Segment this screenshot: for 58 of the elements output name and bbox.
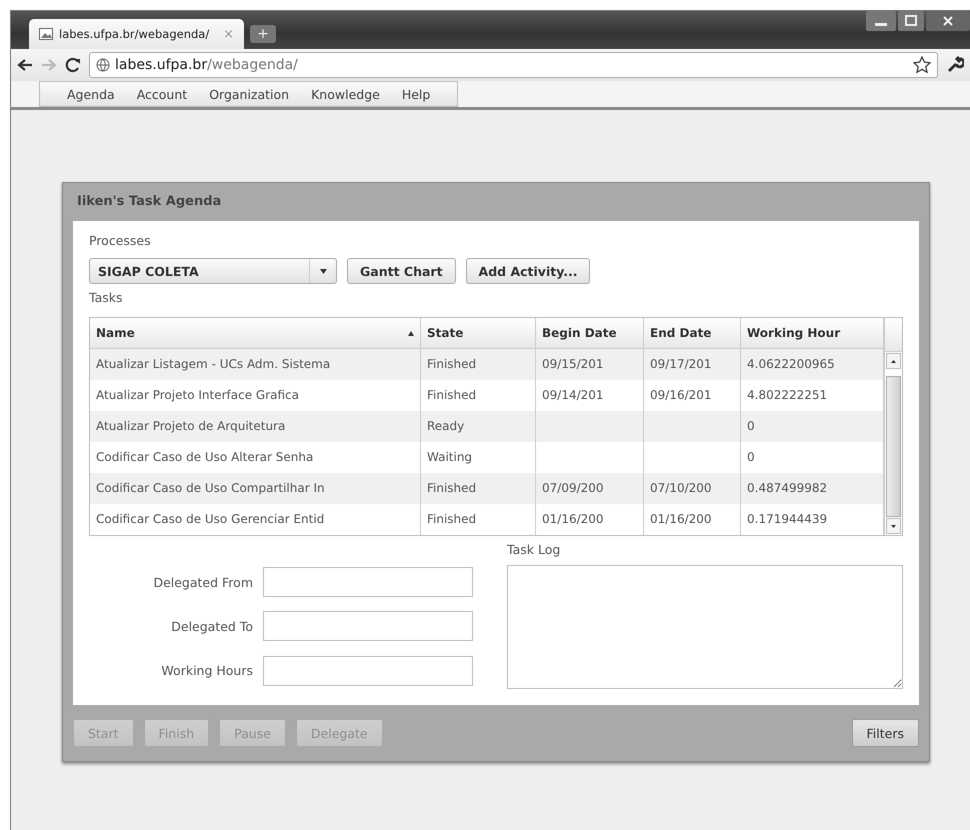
back-icon[interactable] — [17, 58, 33, 72]
table-cell: 09/15/201 — [536, 349, 644, 380]
menu-item[interactable]: Knowledge — [300, 82, 391, 106]
address-field[interactable]: labes.ufpa.br/webagenda/ — [89, 52, 938, 78]
input-field[interactable] — [263, 656, 473, 686]
table-cell: 07/09/200 — [536, 473, 644, 504]
wrench-icon[interactable] — [946, 56, 964, 74]
caret-icon — [320, 268, 326, 274]
toolbar-button[interactable]: Gantt Chart — [347, 258, 456, 284]
table-cell: Finished — [421, 504, 536, 535]
scroll-up-icon[interactable] — [891, 360, 896, 362]
field-label: Delegated From — [152, 574, 253, 590]
scroll-down-icon[interactable] — [891, 524, 896, 528]
column-header[interactable]: End Date — [644, 318, 741, 349]
star-icon[interactable] — [913, 56, 931, 74]
task-log-label: Task Log — [507, 542, 562, 557]
table-cell: 09/17/201 — [644, 349, 741, 380]
field-label: Working Hours — [160, 663, 253, 678]
field-label: Delegated To — [170, 618, 253, 634]
table-cell: 0.487499982 — [741, 473, 884, 504]
panel-title: Iiken's Task Agenda — [76, 193, 222, 211]
globe-icon — [96, 58, 110, 72]
table-cell: Codificar Caso de Uso Compartilhar In — [90, 473, 421, 504]
minimize-icon[interactable] — [866, 11, 896, 31]
menu-item[interactable]: Organization — [198, 82, 300, 106]
toolbar-button[interactable]: Add Activity... — [466, 258, 590, 284]
scrollbar[interactable] — [884, 318, 902, 535]
process-dropdown[interactable]: SIGAP COLETA — [89, 258, 337, 284]
table-cell: 01/16/200 — [536, 504, 644, 535]
table-cell: Finished — [421, 473, 536, 504]
table-cell: Atualizar Projeto de Arquitetura — [90, 411, 421, 442]
table-cell: 0 — [741, 411, 884, 442]
maximize-icon[interactable] — [898, 11, 924, 31]
table-cell: Ready — [421, 411, 536, 442]
reload-icon[interactable] — [65, 57, 81, 73]
table-cell: 01/16/200 — [644, 504, 741, 535]
column-header[interactable]: Name — [90, 318, 421, 349]
table-cell: Finished — [421, 349, 536, 380]
processes-label: Processes — [89, 233, 152, 248]
column-header[interactable]: State — [421, 318, 536, 349]
menu-item[interactable]: Agenda — [56, 82, 126, 106]
input-field[interactable] — [263, 567, 473, 598]
browser-tab[interactable]: labes.ufpa.br/webagenda/ × — [29, 19, 244, 49]
filters-button[interactable]: Filters — [852, 719, 919, 747]
table-cell: Codificar Caso de Uso Gerenciar Entid — [90, 504, 421, 535]
menu-item[interactable]: Help — [390, 82, 442, 106]
table-cell: 07/10/200 — [644, 473, 741, 504]
tasks-label: Tasks — [89, 290, 124, 305]
task-log-field[interactable] — [507, 565, 903, 689]
new-tab-button[interactable]: + — [250, 25, 276, 43]
table-cell: Atualizar Listagem - UCs Adm. Sistema — [90, 349, 421, 380]
table-cell: 4.0622200965 — [741, 349, 884, 380]
close-icon[interactable] — [926, 11, 970, 31]
menu-item[interactable]: Account — [126, 82, 198, 106]
image-icon — [39, 28, 53, 40]
input-field[interactable] — [263, 611, 473, 642]
column-header[interactable]: Working Hour — [741, 318, 884, 349]
column-header[interactable]: Begin Date — [536, 318, 644, 349]
